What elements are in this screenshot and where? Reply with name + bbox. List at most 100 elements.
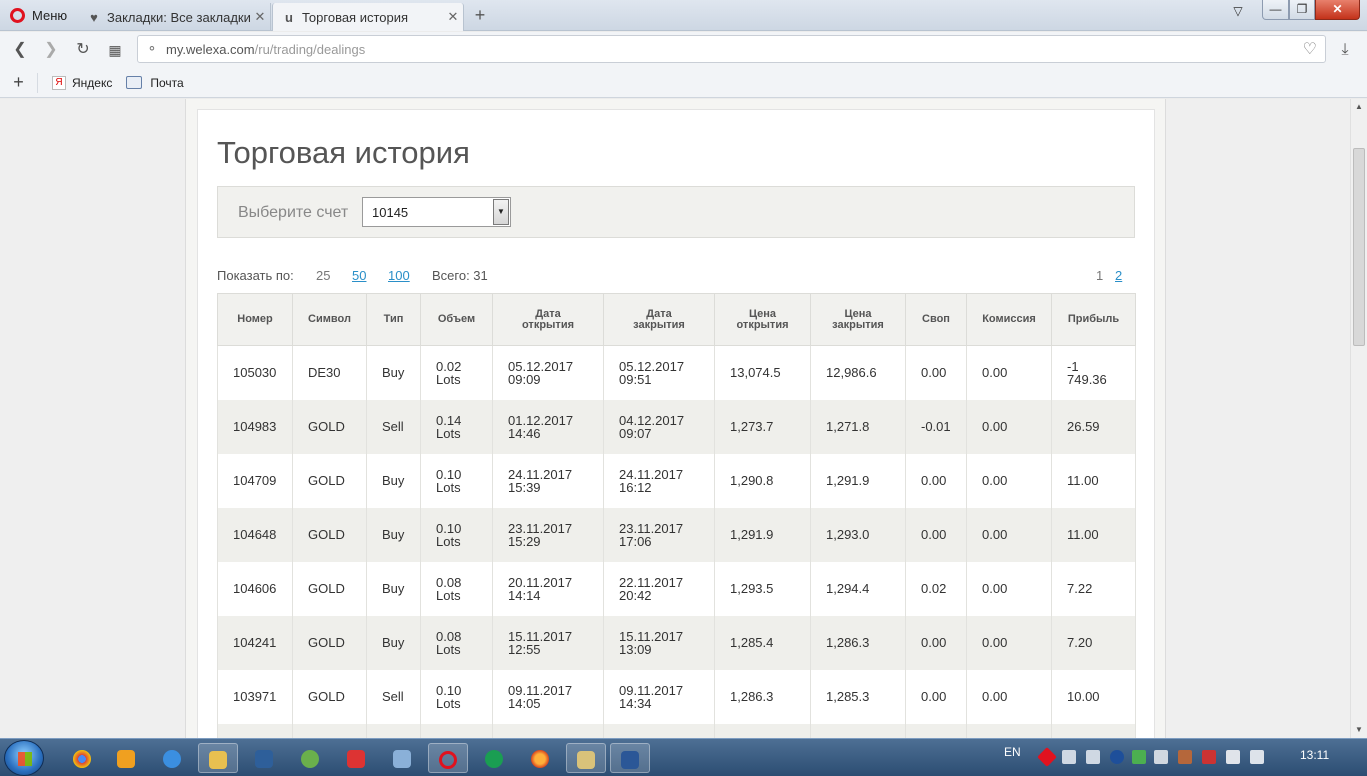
page-size-100-link[interactable]: 100 — [388, 268, 410, 283]
bookmark-yandex[interactable]: Я Яндекс — [52, 75, 112, 90]
table-cell: 7.20 — [1051, 615, 1136, 670]
bookmark-heart-icon[interactable]: ♡ — [1303, 39, 1317, 59]
bluetooth-icon[interactable] — [1110, 750, 1124, 764]
tab-title: Закладки: Все закладки — [107, 9, 250, 25]
vertical-scrollbar[interactable]: ▲ ▼ — [1350, 99, 1367, 738]
page-1[interactable]: 1 — [1096, 268, 1103, 283]
word-icon[interactable] — [610, 743, 650, 773]
tab-bookmarks[interactable]: ♥ Закладки: Все закладки ✕ — [78, 3, 271, 31]
green-app-icon[interactable] — [474, 743, 514, 773]
firefox-icon[interactable] — [520, 743, 560, 773]
table-cell: 0.00 — [905, 669, 967, 724]
table-cell: 104709 — [217, 453, 293, 508]
table-cell: 24.11.2017 15:39 — [492, 453, 604, 508]
scrollbar-thumb[interactable] — [1353, 148, 1365, 346]
start-button[interactable] — [4, 740, 44, 776]
system-tray: EN 13:11 — [1004, 739, 1367, 776]
table-header-row: Номер Символ Тип Объем Дата открытия Дат… — [217, 293, 1136, 346]
column-header: Цена закрытия — [810, 293, 906, 346]
tray-monitor-icon[interactable] — [1250, 750, 1264, 764]
minimize-button[interactable]: — — [1262, 0, 1289, 20]
media-player-icon[interactable] — [106, 743, 146, 773]
table-cell: 0.00 — [966, 561, 1052, 616]
back-arrow-icon[interactable]: ❮ — [9, 40, 31, 62]
table-cell: 0.00 — [905, 507, 967, 562]
app-icon[interactable] — [244, 743, 284, 773]
table-cell — [966, 723, 1052, 738]
new-tab-button[interactable]: + — [470, 5, 490, 25]
table-cell: 0.14 Lots — [420, 399, 493, 454]
welexa-favicon-icon: u — [285, 9, 293, 25]
table-cell: 7.22 — [1051, 561, 1136, 616]
page-size-25[interactable]: 25 — [316, 268, 330, 283]
column-header: Дата закрытия — [603, 293, 715, 346]
table-cell: 0.08 Lots — [420, 615, 493, 670]
table-cell: 104606 — [217, 561, 293, 616]
tab-menu-icon[interactable]: ▽ — [1225, 2, 1251, 22]
chevron-down-icon[interactable]: ▼ — [493, 199, 509, 225]
tray-volume-icon[interactable] — [1062, 750, 1076, 764]
table-cell: 0.00 — [966, 399, 1052, 454]
page-title: Торговая история — [217, 135, 470, 170]
page-size-50-link[interactable]: 50 — [352, 268, 366, 283]
table-cell: 1,273.7 — [714, 399, 811, 454]
yandex-icon[interactable] — [336, 743, 376, 773]
tray-clipboard-icon[interactable] — [1226, 750, 1240, 764]
table-cell: 09.11.2017 14:34 — [603, 669, 715, 724]
tray-s-icon[interactable] — [1154, 750, 1168, 764]
url-host: my.welexa.com — [166, 41, 255, 57]
tray-network-error-icon[interactable] — [1202, 750, 1216, 764]
language-indicator[interactable]: EN — [1004, 745, 1021, 759]
tab-title: Торговая история — [302, 9, 409, 25]
account-selector-box: Выберите счет 10145 ▼ — [217, 186, 1135, 238]
reload-icon[interactable]: ↻ — [72, 40, 94, 62]
speaker-icon[interactable] — [382, 743, 422, 773]
speed-dial-icon[interactable]: ▦ — [104, 40, 126, 62]
heart-icon: ♥ — [90, 9, 98, 25]
opera-icon[interactable] — [428, 743, 468, 773]
tab-trading-history[interactable]: u Торговая история ✕ — [272, 3, 464, 31]
close-icon[interactable]: ✕ — [250, 9, 270, 25]
chrome-icon[interactable] — [62, 743, 102, 773]
forward-arrow-icon[interactable]: ❯ — [40, 40, 62, 62]
table-cell: 1,271.8 — [810, 399, 906, 454]
add-bookmark-button[interactable]: + — [0, 72, 38, 93]
account-select[interactable]: 10145 ▼ — [362, 197, 511, 227]
table-cell: GOLD — [292, 615, 367, 670]
table-cell: 11.00 — [1051, 453, 1136, 508]
close-icon[interactable]: ✕ — [443, 9, 463, 25]
people-icon[interactable] — [290, 743, 330, 773]
table-cell — [603, 723, 715, 738]
table-cell — [714, 723, 811, 738]
ie-icon[interactable] — [152, 743, 192, 773]
download-icon[interactable]: ⤓ — [1334, 40, 1356, 62]
table-cell — [492, 723, 604, 738]
maximize-button[interactable]: ❐ — [1289, 0, 1315, 20]
close-window-button[interactable]: ✕ — [1315, 0, 1360, 20]
explorer-icon[interactable] — [198, 743, 238, 773]
address-bar[interactable]: ⚬ my.welexa.com /ru/trading/dealings ♡ — [137, 35, 1326, 63]
page-2-link[interactable]: 2 — [1115, 268, 1122, 283]
table-row: 104648 GOLD Buy 0.10 Lots 23.11.2017 15:29 23… — [217, 507, 1136, 562]
table-cell: 0.02 — [905, 561, 967, 616]
table-cell: 0.00 — [966, 507, 1052, 562]
scroll-down-arrow-icon[interactable]: ▼ — [1351, 722, 1367, 738]
tray-sync-icon[interactable] — [1132, 750, 1146, 764]
tray-speaker-icon[interactable] — [1086, 750, 1100, 764]
table-cell: 1,286.3 — [810, 615, 906, 670]
chart-app-icon[interactable] — [566, 743, 606, 773]
table-cell: Buy — [366, 345, 421, 400]
table-cell: 1,285.4 — [714, 615, 811, 670]
table-cell: GOLD — [292, 507, 367, 562]
bookmark-mail[interactable]: Почта — [126, 76, 184, 90]
table-cell: 1,291.9 — [810, 453, 906, 508]
table-row: 104709 GOLD Buy 0.10 Lots 24.11.2017 15:39 24… — [217, 453, 1136, 508]
tray-red-icon[interactable] — [1037, 747, 1057, 767]
table-cell: 1,291.9 — [714, 507, 811, 562]
opera-menu-button[interactable]: Меню — [0, 0, 76, 31]
clock[interactable]: 13:11 — [1300, 748, 1329, 762]
scroll-up-arrow-icon[interactable]: ▲ — [1351, 99, 1367, 115]
column-header: Номер — [217, 293, 293, 346]
content-card: Торговая история Выберите счет 10145 ▼ П… — [197, 109, 1155, 738]
tray-tools-icon[interactable] — [1178, 750, 1192, 764]
